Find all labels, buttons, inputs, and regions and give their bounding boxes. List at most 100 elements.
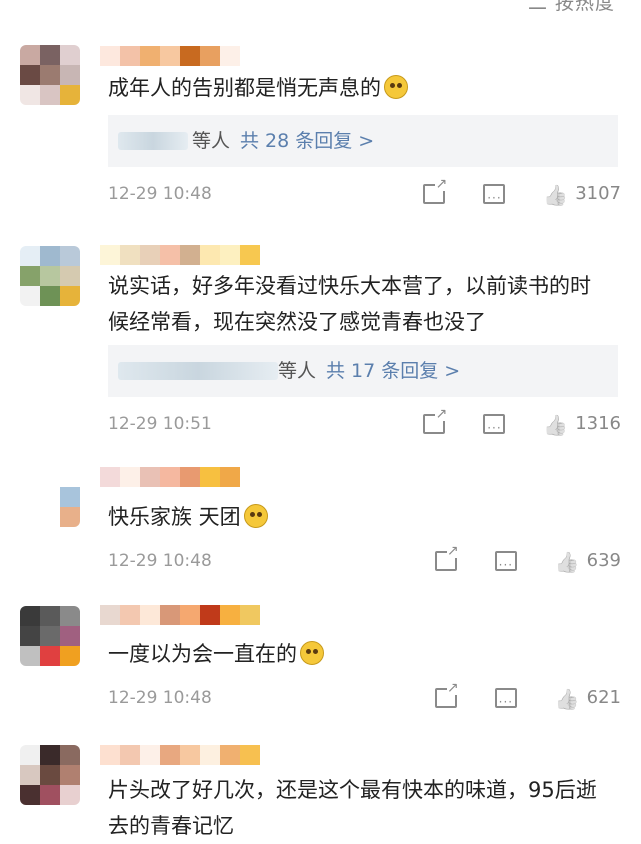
avatar[interactable] <box>20 45 80 105</box>
avatar-pixel <box>20 765 40 785</box>
comment-meta: 12-29 10:48 621 <box>108 681 621 717</box>
like-icon[interactable] <box>555 686 581 710</box>
timestamp: 12-29 10:48 <box>108 184 212 204</box>
reply-preview: 等人共 28 条回复 > <box>192 130 375 152</box>
username-pixel <box>200 46 220 66</box>
comment-icon[interactable] <box>494 550 517 580</box>
comment-icon[interactable] <box>483 183 506 213</box>
crying-face-icon <box>243 504 268 528</box>
username-pixel <box>120 467 140 487</box>
username-pixel <box>100 46 120 66</box>
avatar-pixel <box>60 85 80 105</box>
username-pixel <box>100 745 120 765</box>
avatar-pixel <box>60 606 80 626</box>
username-blurred[interactable] <box>100 467 240 487</box>
username-pixel <box>120 745 140 765</box>
comment-icon[interactable] <box>494 687 517 717</box>
username-pixel <box>200 467 220 487</box>
username-blurred[interactable] <box>100 245 260 265</box>
username-pixel <box>140 745 160 765</box>
username-blurred[interactable] <box>100 46 240 66</box>
sort-by-heat-label[interactable]: 二 按热度 <box>528 0 615 15</box>
timestamp: 12-29 10:51 <box>108 414 212 434</box>
reply-preview: 等人共 17 条回复 > <box>278 360 461 382</box>
avatar-pixel <box>40 765 60 785</box>
reply-count-link[interactable]: 共 28 条回复 > <box>240 130 374 152</box>
like-icon[interactable] <box>543 412 569 436</box>
username-pixel <box>160 745 180 765</box>
avatar-pixel <box>20 487 40 507</box>
comment-text-content: 成年人的告别都是悄无声息的 <box>108 76 381 100</box>
blurred-names <box>118 362 278 380</box>
username-pixel <box>100 245 120 265</box>
pleading-face-icon <box>300 641 324 665</box>
avatar[interactable] <box>20 745 80 805</box>
avatar-pixel <box>60 487 80 507</box>
avatar-pixel <box>20 266 40 286</box>
username-pixel <box>140 46 160 66</box>
like-icon[interactable] <box>555 549 581 573</box>
username-blurred[interactable] <box>100 745 260 765</box>
like-count: 639 <box>586 550 621 571</box>
avatar-pixel <box>60 626 80 646</box>
username-pixel <box>200 245 220 265</box>
avatar-pixel <box>20 85 40 105</box>
username-pixel <box>240 605 260 625</box>
username-pixel <box>180 605 200 625</box>
avatar-pixel <box>40 606 60 626</box>
avatar-pixel <box>20 45 40 65</box>
reply-count-link[interactable]: 共 17 条回复 > <box>326 360 460 382</box>
avatar-pixel <box>20 65 40 85</box>
avatar-pixel <box>60 65 80 85</box>
like-count: 1316 <box>575 413 621 434</box>
avatar-pixel <box>60 765 80 785</box>
avatar-pixel <box>20 785 40 805</box>
reply-summary[interactable]: 等人共 17 条回复 > <box>108 345 618 397</box>
username-pixel <box>180 745 200 765</box>
avatar[interactable] <box>20 606 80 666</box>
pleading-face-icon <box>384 75 408 99</box>
comment-text-content: 片头改了好几次，还是这个最有快本的味道，95后逝去的青春记忆 <box>108 778 597 838</box>
avatar-pixel <box>40 45 60 65</box>
like-count: 3107 <box>575 183 621 204</box>
comment-text: 成年人的告别都是悄无声息的 <box>108 70 611 106</box>
username-pixel <box>160 467 180 487</box>
share-icon[interactable] <box>423 407 448 434</box>
username-pixel <box>220 467 240 487</box>
username-blurred[interactable] <box>100 605 260 625</box>
share-icon[interactable] <box>423 177 448 204</box>
avatar-pixel <box>20 507 40 527</box>
username-pixel <box>120 46 140 66</box>
share-icon[interactable] <box>434 544 459 571</box>
avatar-pixel <box>20 745 40 765</box>
avatar-pixel <box>20 626 40 646</box>
username-pixel <box>120 245 140 265</box>
username-pixel <box>160 245 180 265</box>
comment-icon[interactable] <box>483 413 506 443</box>
avatar[interactable] <box>20 246 80 306</box>
username-pixel <box>180 245 200 265</box>
avatar-pixel <box>60 745 80 765</box>
username-pixel <box>220 245 240 265</box>
avatar-pixel <box>40 785 60 805</box>
reply-summary[interactable]: 等人共 28 条回复 > <box>108 115 618 167</box>
avatar-pixel <box>40 626 60 646</box>
share-icon[interactable] <box>434 681 459 708</box>
like-icon[interactable] <box>543 182 569 206</box>
username-pixel <box>220 745 240 765</box>
avatar-pixel <box>60 507 80 527</box>
avatar[interactable] <box>20 467 80 527</box>
avatar-pixel <box>40 467 60 487</box>
avatar-pixel <box>40 85 60 105</box>
avatar-pixel <box>20 467 40 487</box>
username-pixel <box>160 605 180 625</box>
timestamp: 12-29 10:48 <box>108 688 212 708</box>
avatar-pixel <box>40 246 60 266</box>
avatar-pixel <box>60 246 80 266</box>
username-pixel <box>100 605 120 625</box>
username-pixel <box>160 46 180 66</box>
avatar-pixel <box>40 646 60 666</box>
avatar-pixel <box>20 286 40 306</box>
comment-meta: 12-29 10:51 1316 <box>108 407 621 443</box>
avatar-pixel <box>20 646 40 666</box>
